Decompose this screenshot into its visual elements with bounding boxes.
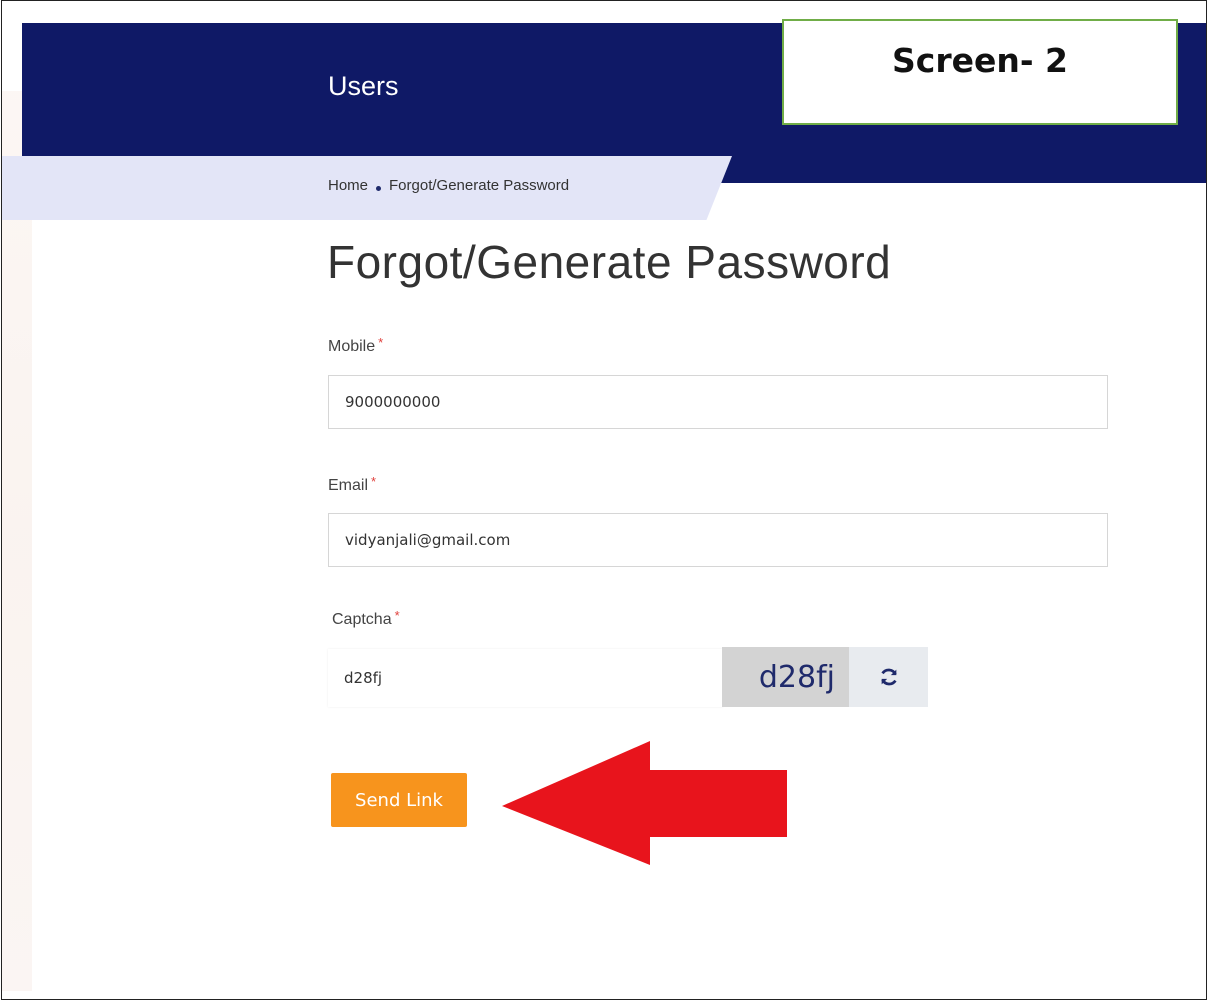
send-link-button[interactable]: Send Link	[331, 773, 467, 827]
page-title: Forgot/Generate Password	[327, 236, 892, 288]
background-watermark	[2, 91, 32, 991]
required-marker: *	[378, 335, 384, 350]
page-frame: Users Home Forgot/Generate Password Scre…	[1, 0, 1207, 1000]
breadcrumb-separator-icon	[376, 186, 382, 191]
captcha-label: Captcha *	[332, 608, 400, 629]
breadcrumb-home-link[interactable]: Home	[328, 177, 368, 194]
required-marker: *	[371, 474, 377, 489]
left-arrow-icon	[502, 741, 787, 865]
captcha-label-text: Captcha	[332, 611, 392, 628]
mobile-label: Mobile *	[328, 335, 384, 356]
required-marker: *	[394, 608, 400, 623]
screen-label-annotation: Screen- 2	[782, 19, 1178, 125]
email-label-text: Email	[328, 477, 369, 494]
captcha-input[interactable]	[328, 649, 723, 707]
breadcrumb-current: Forgot/Generate Password	[389, 177, 570, 194]
screen-label-text: Screen- 2	[891, 40, 1068, 80]
mobile-input[interactable]	[328, 375, 1108, 429]
mobile-label-text: Mobile	[328, 338, 376, 355]
captcha-image: d28fj	[722, 647, 849, 707]
refresh-icon	[880, 668, 897, 686]
breadcrumb: Home Forgot/Generate Password	[328, 177, 569, 194]
email-input[interactable]	[328, 513, 1108, 567]
captcha-refresh-button[interactable]	[849, 647, 928, 707]
email-label: Email *	[328, 474, 377, 495]
header-title: Users	[328, 71, 399, 101]
